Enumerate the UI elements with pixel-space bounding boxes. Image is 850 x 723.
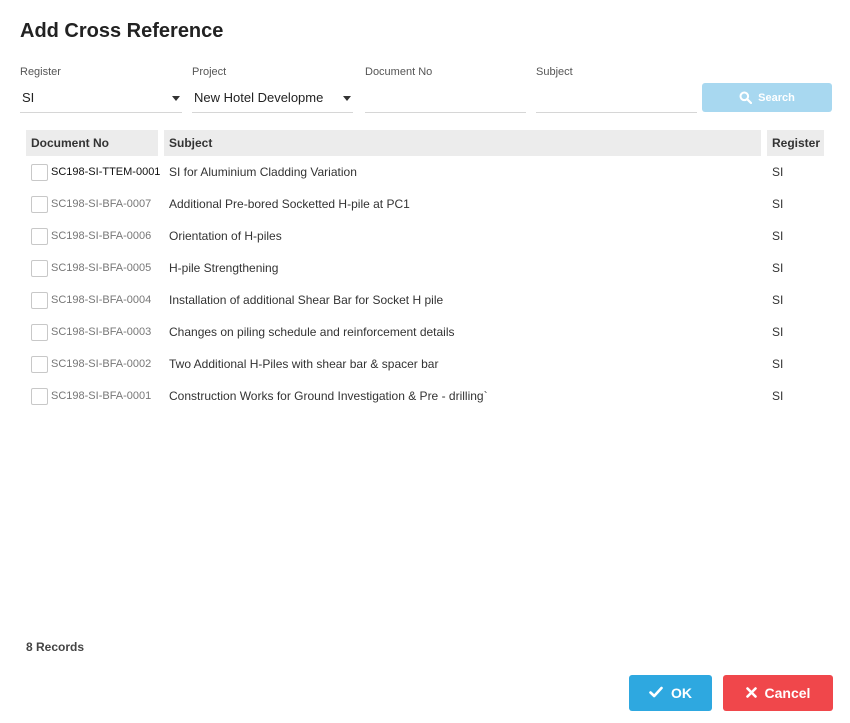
register-value: SI bbox=[22, 90, 35, 105]
subject-field: Subject bbox=[536, 66, 697, 113]
subject-cell: Two Additional H-Piles with shear bar & … bbox=[169, 357, 439, 371]
subject-label: Subject bbox=[536, 66, 573, 78]
row-checkbox[interactable] bbox=[31, 195, 48, 213]
table-row[interactable]: SC198-SI-BFA-0004 Installation of additi… bbox=[26, 284, 824, 316]
records-count: 8 Records bbox=[26, 640, 85, 654]
document-no-input[interactable] bbox=[365, 86, 526, 113]
row-checkbox[interactable] bbox=[31, 323, 48, 341]
table-row[interactable]: SC198-SI-BFA-0005 H-pile Strengthening S… bbox=[26, 252, 824, 284]
ok-button-label: OK bbox=[671, 685, 692, 701]
table-row[interactable]: SC198-SI-BFA-0003 Changes on piling sche… bbox=[26, 316, 824, 348]
register-field: Register SI bbox=[20, 66, 182, 113]
register-cell: SI bbox=[772, 389, 784, 403]
document-no-cell: SC198-SI-BFA-0007 bbox=[26, 195, 164, 213]
document-no-cell: SC198-SI-BFA-0003 bbox=[26, 323, 164, 341]
table-row[interactable]: SC198-SI-TTEM-0001 SI for Aluminium Clad… bbox=[26, 156, 824, 188]
table-row[interactable]: SC198-SI-BFA-0006 Orientation of H-piles… bbox=[26, 220, 824, 252]
document-no-cell: SC198-SI-BFA-0001 bbox=[26, 387, 164, 405]
document-no-text: SC198-SI-BFA-0002 bbox=[51, 358, 152, 370]
document-no-cell: SC198-SI-TTEM-0001 bbox=[26, 163, 164, 181]
search-button-label: Search bbox=[758, 91, 795, 104]
subject-cell: SI for Aluminium Cladding Variation bbox=[169, 165, 357, 179]
check-icon bbox=[649, 685, 663, 701]
subject-cell: Installation of additional Shear Bar for… bbox=[169, 293, 444, 307]
document-no-cell: SC198-SI-BFA-0004 bbox=[26, 291, 164, 309]
document-no-cell: SC198-SI-BFA-0006 bbox=[26, 227, 164, 245]
subject-cell: Changes on piling schedule and reinforce… bbox=[169, 325, 455, 339]
register-label: Register bbox=[20, 66, 61, 78]
document-no-label: Document No bbox=[365, 66, 433, 78]
document-no-text: SC198-SI-BFA-0001 bbox=[51, 390, 152, 402]
subject-cell: H-pile Strengthening bbox=[169, 261, 279, 275]
ok-button[interactable]: OK bbox=[629, 675, 712, 711]
project-label: Project bbox=[192, 66, 227, 78]
document-no-text: SC198-SI-BFA-0003 bbox=[51, 326, 152, 338]
subject-input[interactable] bbox=[536, 86, 697, 113]
table-row[interactable]: SC198-SI-BFA-0002 Two Additional H-Piles… bbox=[26, 348, 824, 380]
subject-cell: Construction Works for Ground Investigat… bbox=[169, 389, 488, 403]
search-icon bbox=[739, 91, 753, 104]
register-cell: SI bbox=[772, 165, 784, 179]
document-no-text: SC198-SI-TTEM-0001 bbox=[51, 166, 161, 178]
add-cross-reference-dialog: Add Cross Reference Register SI Project … bbox=[0, 0, 850, 723]
subject-cell: Orientation of H-piles bbox=[169, 229, 282, 243]
document-no-text: SC198-SI-BFA-0005 bbox=[51, 262, 152, 274]
document-no-cell: SC198-SI-BFA-0005 bbox=[26, 259, 164, 277]
document-no-text: SC198-SI-BFA-0004 bbox=[51, 294, 152, 306]
register-cell: SI bbox=[772, 261, 784, 275]
search-button[interactable]: Search bbox=[702, 83, 832, 112]
register-cell: SI bbox=[772, 293, 784, 307]
document-no-field: Document No bbox=[365, 66, 526, 113]
document-no-cell: SC198-SI-BFA-0002 bbox=[26, 355, 164, 373]
column-header-document-no[interactable]: Document No bbox=[26, 130, 158, 156]
caret-down-icon bbox=[343, 96, 351, 101]
row-checkbox[interactable] bbox=[31, 291, 48, 309]
caret-down-icon bbox=[172, 96, 180, 101]
register-cell: SI bbox=[772, 325, 784, 339]
results-table: Document No Subject Register SC198-SI-TT… bbox=[26, 130, 824, 412]
row-checkbox[interactable] bbox=[31, 163, 48, 181]
row-checkbox[interactable] bbox=[31, 387, 48, 405]
register-cell: SI bbox=[772, 197, 784, 211]
register-cell: SI bbox=[772, 229, 784, 243]
subject-cell: Additional Pre-bored Socketted H-pile at… bbox=[169, 197, 410, 211]
table-row[interactable]: SC198-SI-BFA-0007 Additional Pre-bored S… bbox=[26, 188, 824, 220]
close-icon bbox=[745, 685, 757, 701]
document-no-text: SC198-SI-BFA-0006 bbox=[51, 230, 152, 242]
table-row[interactable]: SC198-SI-BFA-0001 Construction Works for… bbox=[26, 380, 824, 412]
register-cell: SI bbox=[772, 357, 784, 371]
row-checkbox[interactable] bbox=[31, 355, 48, 373]
document-no-text: SC198-SI-BFA-0007 bbox=[51, 198, 152, 210]
table-header: Document No Subject Register bbox=[26, 130, 824, 156]
register-select[interactable]: SI bbox=[20, 86, 182, 113]
project-field: Project New Hotel Developme bbox=[192, 66, 353, 113]
column-header-register[interactable]: Register bbox=[767, 130, 824, 156]
row-checkbox[interactable] bbox=[31, 259, 48, 277]
project-select[interactable]: New Hotel Developme bbox=[192, 86, 353, 113]
cancel-button[interactable]: Cancel bbox=[723, 675, 833, 711]
column-header-subject[interactable]: Subject bbox=[164, 130, 761, 156]
dialog-title: Add Cross Reference bbox=[20, 20, 224, 42]
row-checkbox[interactable] bbox=[31, 227, 48, 245]
cancel-button-label: Cancel bbox=[764, 685, 811, 701]
project-value: New Hotel Developme bbox=[194, 90, 324, 105]
